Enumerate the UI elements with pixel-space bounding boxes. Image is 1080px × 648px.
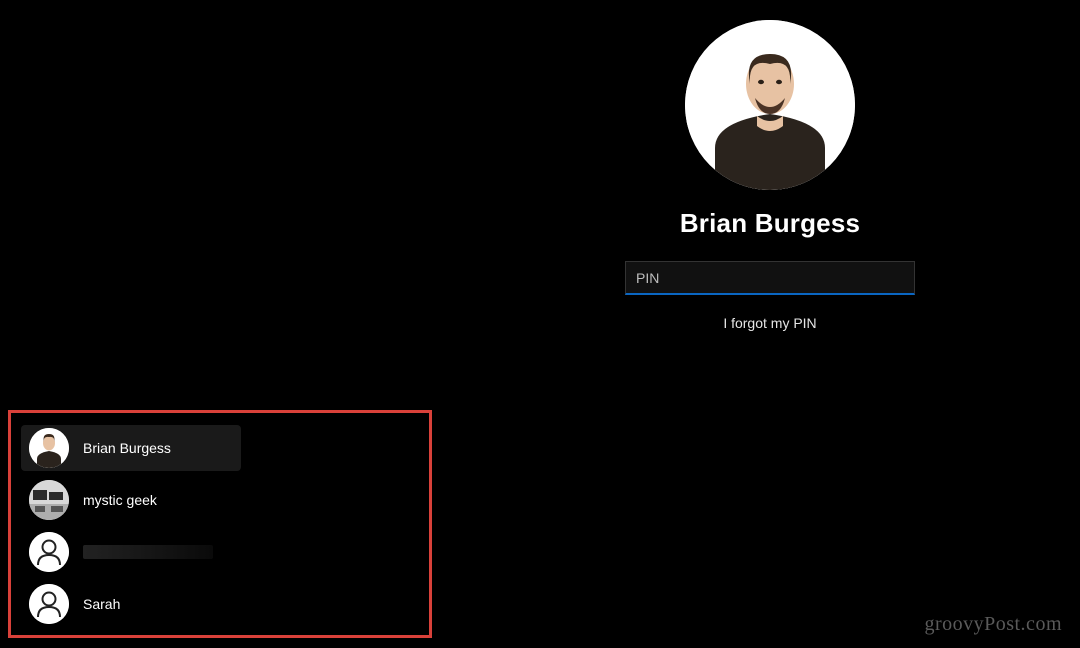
user-label-redacted	[83, 545, 213, 559]
avatar-image	[29, 428, 69, 468]
avatar	[29, 584, 69, 624]
watermark: groovyPost.com	[924, 613, 1062, 636]
person-icon	[29, 584, 69, 624]
user-label: Sarah	[83, 596, 120, 612]
avatar	[29, 428, 69, 468]
person-icon	[29, 532, 69, 572]
forgot-pin-link[interactable]: I forgot my PIN	[723, 315, 816, 331]
user-switcher-item-brian-burgess[interactable]: Brian Burgess	[21, 425, 241, 471]
avatar	[29, 532, 69, 572]
pin-row	[625, 261, 915, 295]
avatar	[29, 480, 69, 520]
user-switcher-item-sarah[interactable]: Sarah	[21, 581, 241, 627]
user-switcher-item-redacted[interactable]	[21, 529, 241, 575]
user-label: mystic geek	[83, 492, 157, 508]
user-switcher-panel: Brian Burgess mystic geek	[8, 410, 432, 638]
pin-input[interactable]	[625, 261, 915, 295]
avatar-image	[29, 480, 69, 520]
avatar-image	[685, 20, 855, 190]
avatar	[685, 20, 855, 190]
user-switcher-item-mystic-geek[interactable]: mystic geek	[21, 477, 241, 523]
login-panel: Brian Burgess I forgot my PIN	[520, 20, 1020, 331]
user-label: Brian Burgess	[83, 440, 171, 456]
display-name: Brian Burgess	[680, 208, 860, 239]
